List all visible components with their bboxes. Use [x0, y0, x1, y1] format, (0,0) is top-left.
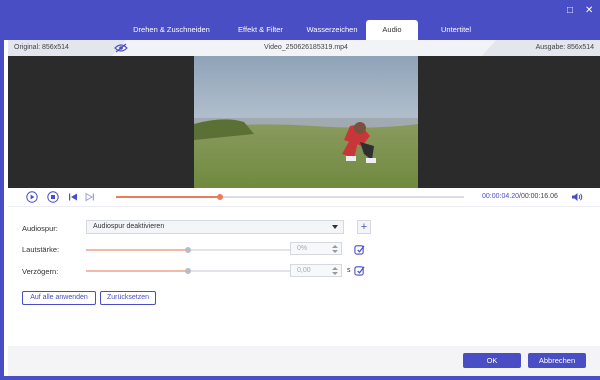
tab-effect-filter[interactable]: Effekt & Filter [223, 20, 298, 40]
add-audio-track-button[interactable]: + [357, 220, 371, 234]
volume-slider-fill [86, 249, 188, 251]
skip-back-icon[interactable] [68, 191, 78, 205]
volume-slider[interactable] [86, 247, 290, 253]
reset-button[interactable]: Zurücksetzen [100, 291, 156, 305]
total-time: 00:00:16.06 [520, 193, 558, 200]
output-size: Ausgabe: 856x514 [535, 44, 594, 51]
tab-rotate-crop[interactable]: Drehen & Zuschneiden [120, 20, 223, 40]
playback-controls: 00:00:04.20/00:00:16.06 [8, 188, 600, 206]
delay-slider[interactable] [86, 268, 290, 274]
audio-track-label: Audiospur: [22, 224, 58, 233]
volume-input[interactable]: 0% [290, 242, 342, 255]
time-display: 00:00:04.20/00:00:16.06 [482, 193, 558, 200]
current-time: 00:00:04.20 [482, 193, 519, 200]
eye-hidden-icon[interactable] [114, 43, 128, 55]
dialog-footer: OK Abbrechen [8, 346, 600, 376]
audio-track-select[interactable]: Audiospur deaktivieren [86, 220, 344, 234]
reset-delay-icon[interactable] [354, 265, 365, 276]
skip-forward-icon[interactable] [85, 191, 95, 205]
volume-value: 0% [297, 245, 308, 252]
video-preview [8, 56, 600, 188]
video-filename: Video_250626185319.mp4 [264, 44, 348, 51]
close-icon[interactable]: ✕ [585, 6, 593, 16]
progress-fill [116, 196, 221, 198]
delay-slider-handle[interactable] [185, 268, 191, 274]
play-icon[interactable] [26, 191, 38, 205]
progress-bar[interactable] [116, 194, 464, 200]
cancel-button[interactable]: Abbrechen [528, 353, 586, 368]
delay-input[interactable]: 0,00 [290, 264, 342, 277]
volume-label: Lautstärke: [22, 245, 60, 254]
info-bar: Original: 856x514 Video_250626185319.mp4… [8, 40, 600, 56]
chevron-down-icon [332, 225, 338, 229]
delay-slider-fill [86, 270, 188, 272]
audio-editor-window: □ ✕ Drehen & Zuschneiden Effekt & Filter… [0, 0, 600, 380]
spinner-icon[interactable] [332, 245, 338, 253]
volume-slider-handle[interactable] [185, 247, 191, 253]
delay-label: Verzögern: [22, 267, 59, 276]
ok-button[interactable]: OK [463, 353, 521, 368]
progress-handle[interactable] [217, 194, 224, 200]
tab-bar: Drehen & Zuschneiden Effekt & Filter Was… [120, 20, 494, 40]
tab-audio[interactable]: Audio [366, 20, 418, 40]
video-frame [194, 56, 418, 188]
tab-subtitle[interactable]: Untertitel [418, 20, 494, 40]
tab-watermark[interactable]: Wasserzeichen [298, 20, 366, 40]
delay-value: 0,00 [297, 267, 311, 274]
reset-volume-icon[interactable] [354, 244, 365, 255]
title-bar: □ ✕ Drehen & Zuschneiden Effekt & Filter… [4, 0, 600, 40]
stop-icon[interactable] [47, 191, 59, 205]
volume-icon[interactable] [571, 191, 583, 205]
apply-to-all-button[interactable]: Auf alle anwenden [22, 291, 96, 305]
delay-unit: s [347, 267, 351, 274]
spinner-icon[interactable] [332, 267, 338, 275]
audio-track-value: Audiospur deaktivieren [93, 223, 165, 230]
original-size: Original: 856x514 [14, 44, 69, 51]
audio-settings: Audiospur: Audiospur deaktivieren + Laut… [8, 206, 600, 346]
maximize-icon[interactable]: □ [567, 6, 573, 16]
